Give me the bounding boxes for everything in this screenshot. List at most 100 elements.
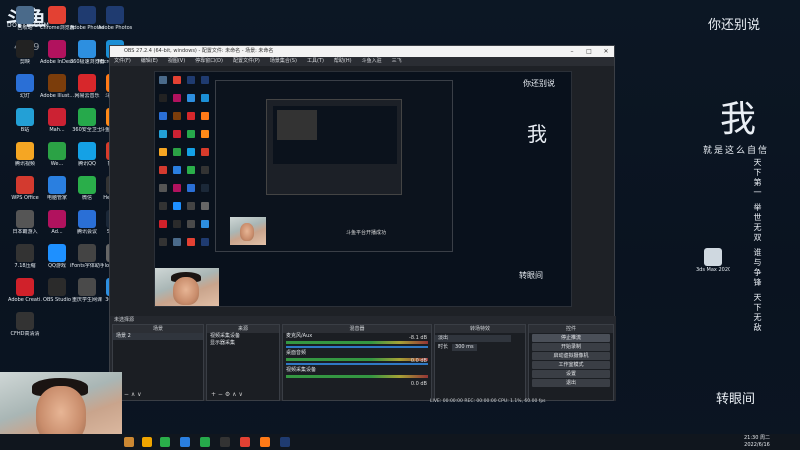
clock[interactable]: 21:30 周二 2022/6/16	[744, 435, 770, 449]
desktop-icon[interactable]: Adobe Illust...	[40, 74, 74, 99]
folder-icon[interactable]	[142, 437, 152, 447]
desktop-icon[interactable]: 回收站	[8, 6, 42, 31]
source-add-icon[interactable]: + − ⚙ ∧ ∨	[211, 391, 243, 398]
app-icon	[16, 244, 34, 262]
menu-item[interactable]: 三飞	[392, 57, 402, 66]
duration-input[interactable]: 300 ms	[452, 344, 477, 351]
desktop-icon[interactable]: 日本霸游入	[8, 210, 42, 235]
desktop-icon[interactable]: 剪映	[8, 40, 42, 65]
mixer-track: 视频采集设备	[283, 367, 431, 378]
desktop-icon-label: Chrome浏览器	[40, 25, 74, 31]
volume-slider[interactable]	[286, 346, 428, 348]
poem-footer: 转眼间	[716, 392, 756, 407]
desktop-file-3dsmax[interactable]: 3ds Max 2020 - S...	[696, 248, 730, 273]
studio-mode-button[interactable]: 工作室模式	[532, 361, 610, 369]
app-icon	[78, 40, 96, 58]
scenes-title: 场景	[113, 325, 203, 333]
desktop-icon[interactable]: 7.18压缩	[8, 244, 42, 269]
transitions-title: 转场特效	[435, 325, 525, 333]
settings-button[interactable]: 设置	[532, 370, 610, 378]
source-item[interactable]: 视频采集设备	[207, 333, 279, 340]
desktop-icon-label: Adobe Photosh...	[98, 25, 132, 31]
mixer-track: 桌面音频	[283, 350, 431, 365]
app-icon	[48, 6, 66, 24]
app-icon	[78, 210, 96, 228]
preview-icon	[173, 94, 181, 102]
source-item[interactable]: 显示器采集	[207, 340, 279, 347]
wechat-icon[interactable]	[160, 437, 170, 447]
preview-icon	[187, 202, 195, 210]
menu-item[interactable]: 配置文件(P)	[233, 57, 260, 66]
app-icon	[78, 6, 96, 24]
photoshop-icon[interactable]	[280, 437, 290, 447]
app-icon	[16, 40, 34, 58]
menu-item[interactable]: 停靠窗口(D)	[195, 57, 223, 66]
menu-item[interactable]: 场景集合(S)	[270, 57, 297, 66]
clock-date: 2022/6/16	[744, 442, 770, 448]
app-icon	[16, 6, 34, 24]
app-icon[interactable]	[124, 437, 134, 447]
app-icon	[16, 108, 34, 126]
preview-icon	[187, 130, 195, 138]
preview-icon	[187, 238, 195, 246]
obs-titlebar: OBS 27.2.4 (64-bit, windows) - 配置文件: 未命名…	[110, 46, 614, 57]
scene-item[interactable]: 场景 2	[113, 333, 203, 340]
obs-preview[interactable]: 你还别说 我 转眼间 斗鱼平台开播成功	[154, 71, 572, 307]
preview-poem-title: 你还别说	[523, 79, 555, 88]
virtual-camera-button[interactable]: 启动虚拟摄像机	[532, 352, 610, 360]
app-icon	[16, 278, 34, 296]
desktop-icon[interactable]: Adobe InDesi...	[40, 40, 74, 65]
desktop-icon[interactable]: Ad...	[40, 210, 74, 235]
track-name: 视频采集设备	[286, 367, 317, 373]
app-icon	[78, 108, 96, 126]
desktop-icon-label: Ad...	[51, 229, 63, 235]
desktop-icon[interactable]: Chrome浏览器	[40, 6, 74, 31]
app-icon[interactable]	[200, 437, 210, 447]
close-icon[interactable]: ✕	[598, 46, 614, 57]
desktop-icon[interactable]: Adobe Creati...	[8, 278, 42, 303]
edge-icon[interactable]	[180, 437, 190, 447]
desktop-icon[interactable]: B站	[8, 108, 42, 133]
desktop-icon[interactable]: Mah...	[40, 108, 74, 133]
desktop-icon[interactable]: OBS Studio	[40, 278, 74, 303]
obs-title-text: OBS 27.2.4 (64-bit, windows) - 配置文件: 未命名…	[124, 48, 274, 54]
maximize-icon[interactable]: □	[581, 46, 597, 57]
poem-col-1: 天下第一	[753, 158, 762, 198]
start-recording-button[interactable]: 开始录制	[532, 343, 610, 351]
menu-item[interactable]: 帮助(H)	[334, 57, 352, 66]
preview-icon	[201, 94, 209, 102]
obs-icon[interactable]	[220, 437, 230, 447]
preview-icon	[159, 94, 167, 102]
poem-line: 就是这么自信	[703, 146, 770, 156]
chrome-icon[interactable]	[240, 437, 250, 447]
desktop-icon[interactable]: 幻灯	[8, 74, 42, 99]
douyu-icon[interactable]	[260, 437, 270, 447]
duration-label: 时长	[438, 344, 449, 350]
desktop-icon[interactable]: QQ游戏	[40, 244, 74, 269]
desktop-icon[interactable]: WPS Office	[8, 176, 42, 201]
menu-item[interactable]: 工具(T)	[307, 57, 324, 66]
desktop-icon[interactable]: 腾讯视频	[8, 142, 42, 167]
preview-icon	[173, 112, 181, 120]
nested-caption: 斗鱼平台开播成功	[346, 230, 387, 236]
desktop-icon[interactable]: Adobe Photosh...	[98, 6, 132, 31]
desktop-icon[interactable]: CFHD高清清	[8, 312, 42, 337]
app-icon	[16, 176, 34, 194]
menu-item[interactable]: 编辑(E)	[141, 57, 158, 66]
preview-icon	[201, 220, 209, 228]
stop-stream-button[interactable]: 停止推流	[532, 334, 610, 342]
desktop-icon[interactable]: We...	[40, 142, 74, 167]
volume-slider[interactable]	[286, 363, 428, 365]
app-icon	[106, 6, 124, 24]
desktop-icon-label: Adobe Illust...	[40, 93, 74, 99]
minimize-icon[interactable]: –	[564, 46, 580, 57]
preview-icon	[173, 130, 181, 138]
preview-icon	[187, 76, 195, 84]
menu-item[interactable]: 视图(V)	[168, 57, 185, 66]
preview-icon	[159, 76, 167, 84]
exit-button[interactable]: 退出	[532, 379, 610, 387]
menu-item[interactable]: 斗鱼入驻	[362, 57, 382, 66]
desktop-icon[interactable]: 电脑管家	[40, 176, 74, 201]
transition-select[interactable]: 淡出	[435, 335, 511, 342]
menu-item[interactable]: 文件(F)	[114, 57, 131, 66]
